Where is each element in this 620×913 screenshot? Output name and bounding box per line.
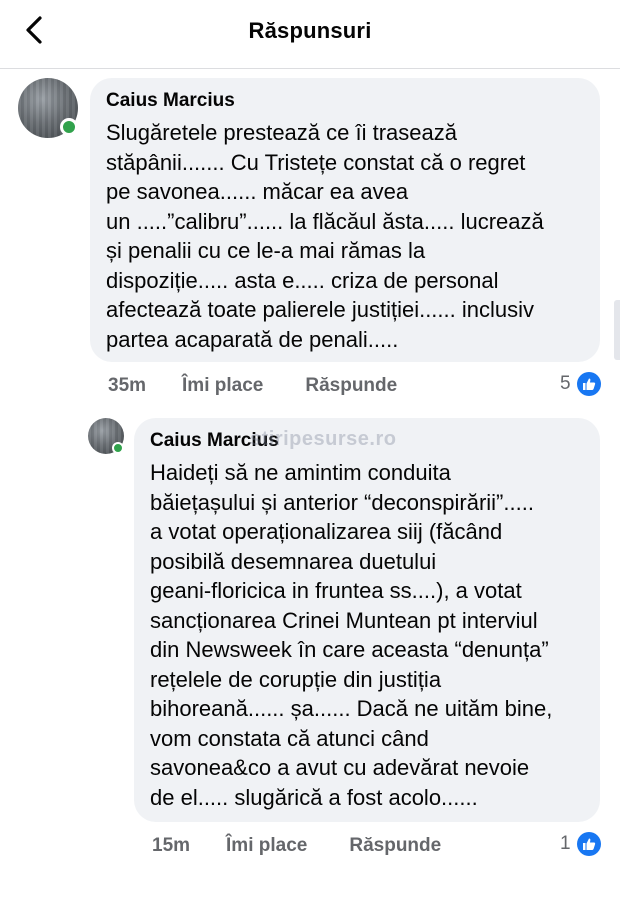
reaction-summary[interactable]: 5 — [560, 372, 601, 396]
thumbs-up-icon — [576, 832, 601, 856]
comment-actions: 15m Îmi place Răspunde — [152, 835, 483, 857]
comment-author[interactable]: Caius Marcius — [106, 90, 584, 112]
comment-timestamp[interactable]: 15m — [152, 835, 190, 857]
reaction-count: 1 — [560, 833, 571, 854]
top-bar: Răspunsuri — [0, 0, 620, 69]
avatar[interactable] — [18, 78, 78, 138]
avatar[interactable] — [88, 418, 124, 454]
reply-button[interactable]: Răspunde — [349, 835, 441, 857]
thumbs-up-icon — [576, 372, 601, 396]
online-status-icon — [112, 442, 124, 454]
online-status-icon — [60, 118, 78, 136]
comment-actions: 35m Îmi place Răspunde — [108, 375, 439, 397]
reaction-summary[interactable]: 1 — [560, 832, 601, 856]
comment-timestamp[interactable]: 35m — [108, 375, 146, 397]
comment-author[interactable]: Caius Marcius — [150, 430, 584, 452]
reaction-count: 5 — [560, 373, 571, 394]
comment-text: Haideți să ne amintim conduita băiețașul… — [150, 460, 553, 810]
comment-bubble[interactable]: Caius Marcius Haideți să ne amintim cond… — [134, 418, 600, 822]
comment-bubble[interactable]: Caius Marcius Slugăretele prestează ce î… — [90, 78, 600, 362]
like-button[interactable]: Îmi place — [226, 835, 307, 857]
scrollbar[interactable] — [614, 300, 620, 360]
page-title: Răspunsuri — [248, 18, 372, 43]
comment-text: Slugăretele prestează ce îi trasează stă… — [106, 120, 544, 352]
reply-button[interactable]: Răspunde — [305, 375, 397, 397]
like-button[interactable]: Îmi place — [182, 375, 263, 397]
